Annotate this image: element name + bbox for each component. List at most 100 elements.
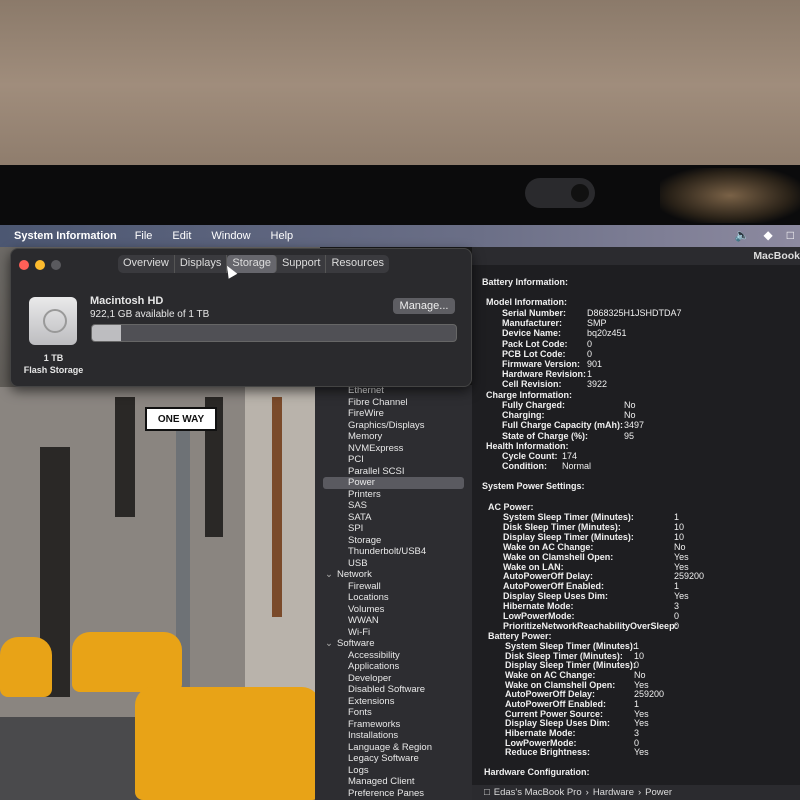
detail-key: Wake on Clamshell Open: bbox=[503, 551, 614, 562]
detail-key: Disk Sleep Timer (Minutes): bbox=[505, 650, 623, 661]
detail-row: State of Charge (%): 95 bbox=[502, 430, 634, 441]
minimize-button[interactable] bbox=[35, 260, 45, 270]
sidebar-item-nvmexpress[interactable]: NVMExpress bbox=[315, 443, 472, 455]
detail-key: AutoPowerOff Enabled: bbox=[505, 698, 606, 709]
zoom-button[interactable] bbox=[51, 260, 61, 270]
chevron-down-icon[interactable]: ⌄ bbox=[325, 569, 337, 581]
detail-key: Condition: bbox=[502, 461, 547, 472]
detail-row: Wake on AC Change: No bbox=[505, 670, 646, 680]
detail-value: 0 bbox=[634, 737, 640, 748]
sidebar-item-preference-panes[interactable]: Preference Panes bbox=[315, 788, 472, 800]
sidebar-item-spi[interactable]: SPI bbox=[315, 523, 472, 535]
sidebar-item-applications[interactable]: Applications bbox=[315, 661, 472, 673]
tab-overview[interactable]: Overview bbox=[118, 255, 175, 273]
detail-row: AutoPowerOff Enabled: 1 bbox=[503, 581, 679, 592]
detail-key: AutoPowerOff Enabled: bbox=[503, 581, 604, 592]
sidebar-item-storage[interactable]: Storage bbox=[315, 535, 472, 547]
volume-icon[interactable]: 🔈 bbox=[735, 228, 750, 242]
menu-window[interactable]: Window bbox=[211, 230, 250, 242]
chevron-right-icon: › bbox=[638, 787, 642, 798]
close-button[interactable] bbox=[19, 260, 29, 270]
sidebar-item-extensions[interactable]: Extensions bbox=[315, 696, 472, 708]
sidebar-item-printers[interactable]: Printers bbox=[315, 489, 472, 501]
detail-value: 3922 bbox=[587, 379, 608, 390]
sidebar-item-fibre-channel[interactable]: Fibre Channel bbox=[315, 397, 472, 409]
sidebar-item-power[interactable]: Power bbox=[323, 477, 464, 489]
detail-key: Cycle Count: bbox=[502, 451, 558, 461]
sidebar-item-sas[interactable]: SAS bbox=[315, 500, 472, 512]
tab-support[interactable]: Support bbox=[277, 255, 327, 273]
detail-key: LowPowerMode: bbox=[503, 611, 575, 621]
sidebar-item-memory[interactable]: Memory bbox=[315, 431, 472, 443]
sidebar-item-disabled-software[interactable]: Disabled Software bbox=[315, 684, 472, 696]
tab-resources[interactable]: Resources bbox=[326, 255, 389, 273]
detail-value: 3 bbox=[674, 601, 680, 612]
sidebar-item-parallel-scsi[interactable]: Parallel SCSI bbox=[315, 466, 472, 478]
sidebar-item-managed-client[interactable]: Managed Client bbox=[315, 776, 472, 788]
detail-value: 1 bbox=[634, 698, 640, 709]
sidebar-item-legacy-software[interactable]: Legacy Software bbox=[315, 753, 472, 765]
detail-key: Display Sleep Uses Dim: bbox=[503, 591, 609, 602]
taxi bbox=[0, 637, 52, 697]
detail-key: Manufacturer: bbox=[502, 318, 563, 329]
power-settings-heading: System Power Settings: bbox=[482, 481, 585, 491]
sidebar-item-language-region[interactable]: Language & Region bbox=[315, 742, 472, 754]
sidebar-group[interactable]: ⌄ Network bbox=[315, 569, 472, 581]
detail-value: Yes bbox=[634, 708, 649, 719]
sidebar-item-usb[interactable]: USB bbox=[315, 558, 472, 570]
sidebar-item-firewire[interactable]: FireWire bbox=[315, 408, 472, 420]
breadcrumb-computer[interactable]: Edas's MacBook Pro bbox=[494, 787, 582, 798]
breadcrumb-power[interactable]: Power bbox=[645, 787, 672, 798]
sidebar-item-pci[interactable]: PCI bbox=[315, 454, 472, 466]
detail-row: PCB Lot Code: 0 bbox=[502, 349, 592, 359]
menu-file[interactable]: File bbox=[135, 230, 153, 242]
sidebar[interactable]: Ethernet Fibre Channel FireWire Graphics/Di… bbox=[315, 385, 472, 800]
sidebar-group[interactable]: ⌄ Software bbox=[315, 638, 472, 650]
charge-info-heading: Charge Information: bbox=[486, 390, 573, 400]
detail-key: System Sleep Timer (Minutes): bbox=[505, 641, 636, 651]
detail-value: 1 bbox=[587, 369, 593, 380]
about-this-mac-window: Overview Displays Storage Support Resour… bbox=[10, 248, 472, 387]
webcam-cover bbox=[525, 178, 595, 208]
sidebar-item-installations[interactable]: Installations bbox=[315, 730, 472, 742]
detail-value: Normal bbox=[562, 461, 592, 472]
detail-key: Cell Revision: bbox=[502, 379, 562, 390]
detail-value: 0 bbox=[674, 620, 680, 631]
wifi-icon[interactable]: ◆ bbox=[764, 228, 773, 242]
detail-key: LowPowerMode: bbox=[505, 737, 577, 748]
sidebar-item-wwan[interactable]: WWAN bbox=[315, 615, 472, 627]
chevron-right-icon: › bbox=[585, 787, 589, 798]
manage-button[interactable]: Manage... bbox=[393, 298, 455, 314]
sidebar-item-sata[interactable]: SATA bbox=[315, 512, 472, 524]
building-window bbox=[272, 397, 282, 617]
chevron-down-icon[interactable]: ⌄ bbox=[325, 638, 337, 650]
menu-edit[interactable]: Edit bbox=[172, 230, 191, 242]
disk-capacity: 1 TB bbox=[43, 353, 64, 363]
sidebar-item-accessibility[interactable]: Accessibility bbox=[315, 650, 472, 662]
detail-key: System Sleep Timer (Minutes): bbox=[503, 512, 634, 522]
detail-key: State of Charge (%): bbox=[502, 430, 589, 441]
sidebar-item-locations[interactable]: Locations bbox=[315, 592, 472, 604]
detail-key: AutoPowerOff Delay: bbox=[505, 689, 596, 700]
sidebar-item-fonts[interactable]: Fonts bbox=[315, 707, 472, 719]
display-icon[interactable]: □ bbox=[787, 228, 794, 242]
sidebar-item-firewall[interactable]: Firewall bbox=[315, 581, 472, 593]
detail-key: Wake on LAN: bbox=[503, 561, 564, 572]
tab-displays[interactable]: Displays bbox=[175, 255, 228, 273]
sidebar-item-developer[interactable]: Developer bbox=[315, 673, 472, 685]
detail-row: System Sleep Timer (Minutes): 1 bbox=[505, 641, 639, 651]
sidebar-item-wi-fi[interactable]: Wi-Fi bbox=[315, 627, 472, 639]
sidebar-item-volumes[interactable]: Volumes bbox=[315, 604, 472, 616]
detail-row: LowPowerMode: 0 bbox=[503, 611, 679, 621]
sidebar-item-logs[interactable]: Logs bbox=[315, 765, 472, 777]
storage-usage-bar bbox=[91, 324, 457, 342]
menu-help[interactable]: Help bbox=[271, 230, 294, 242]
detail-value: Yes bbox=[674, 591, 689, 602]
detail-row: Display Sleep Uses Dim: Yes bbox=[503, 591, 689, 602]
sidebar-item-frameworks[interactable]: Frameworks bbox=[315, 719, 472, 731]
detail-key: Device Name: bbox=[502, 328, 562, 339]
app-menu[interactable]: System Information bbox=[14, 230, 117, 242]
sidebar-item-thunderbolt-usb4[interactable]: Thunderbolt/USB4 bbox=[315, 546, 472, 558]
breadcrumb-hardware[interactable]: Hardware bbox=[593, 787, 634, 798]
sidebar-item-graphics-displays[interactable]: Graphics/Displays bbox=[315, 420, 472, 432]
